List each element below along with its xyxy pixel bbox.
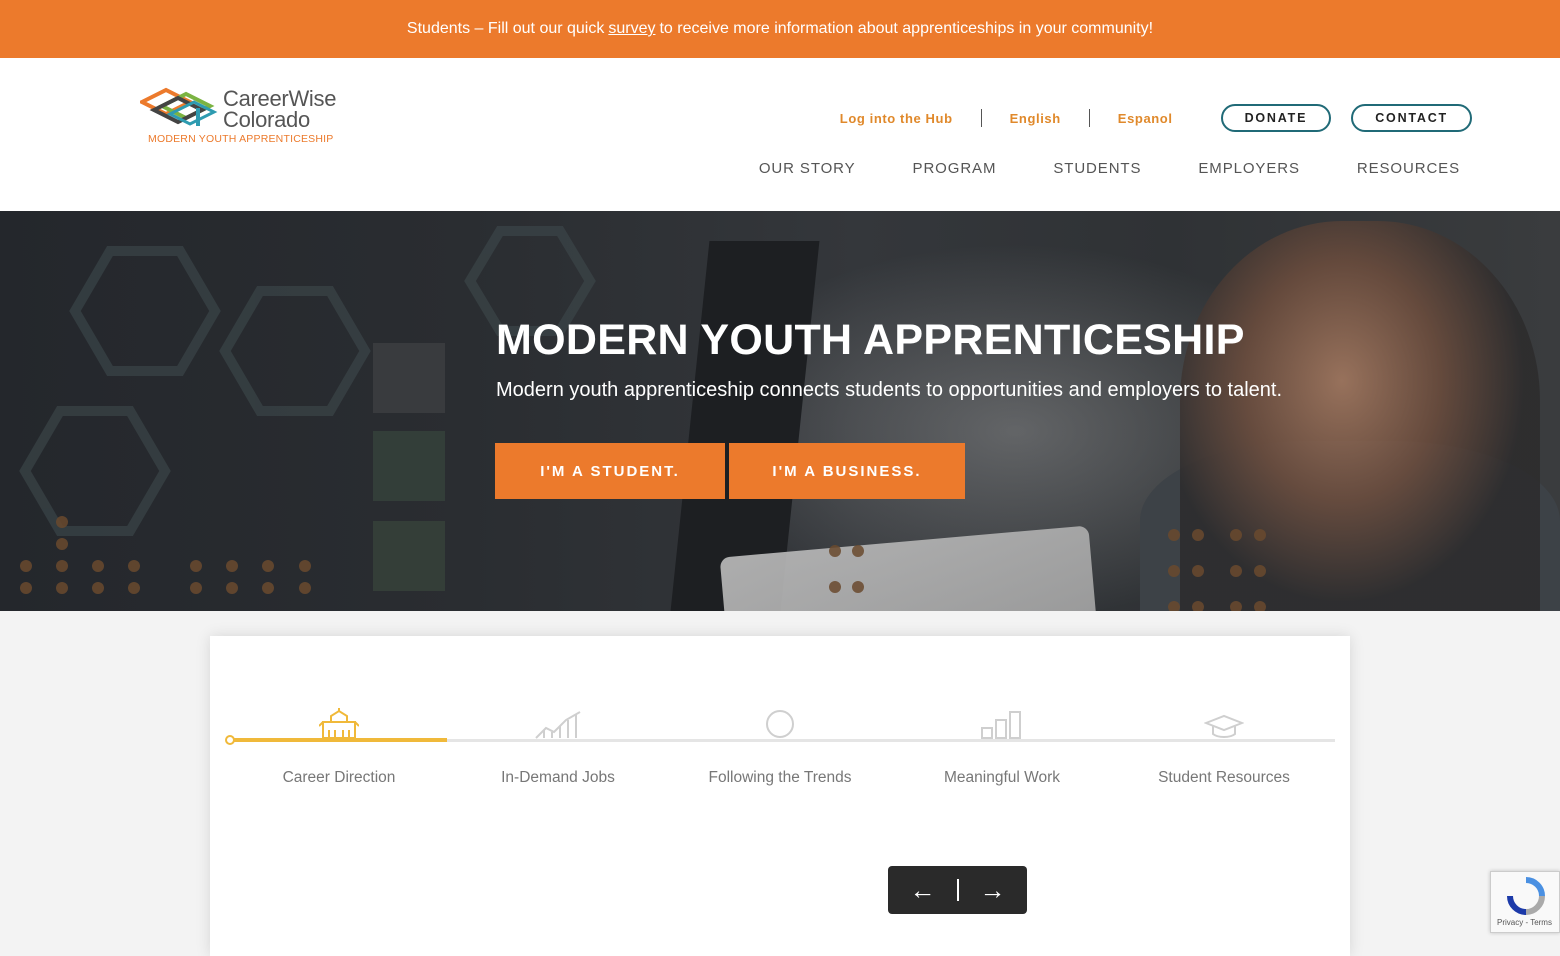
contact-button[interactable]: CONTACT bbox=[1351, 104, 1472, 132]
timeline-step-student-resources[interactable]: Student Resources bbox=[1124, 706, 1324, 787]
line-chart-icon bbox=[458, 706, 658, 740]
recaptcha-text[interactable]: Privacy - Terms bbox=[1497, 918, 1552, 927]
nav-students[interactable]: STUDENTS bbox=[1053, 160, 1141, 177]
logo-tagline: MODERN YOUTH APPRENTICESHIP bbox=[148, 133, 334, 145]
nav-our-story[interactable]: OUR STORY bbox=[759, 160, 856, 177]
hero-section: MODERN YOUTH APPRENTICESHIP Modern youth… bbox=[0, 211, 1560, 611]
timeline-step-career-direction[interactable]: Career Direction bbox=[239, 706, 439, 787]
banner-text-before: Students – Fill out our quick bbox=[406, 20, 605, 37]
step-label: Following the Trends bbox=[708, 769, 852, 786]
banner-text-after: to receive more information about appren… bbox=[659, 20, 1154, 37]
timeline-start-dot bbox=[225, 735, 235, 745]
step-label: Meaningful Work bbox=[943, 769, 1060, 786]
nav-employers[interactable]: EMPLOYERS bbox=[1198, 160, 1299, 177]
arrow-right-icon[interactable]: → bbox=[959, 866, 1027, 914]
step-label: Career Direction bbox=[282, 769, 396, 786]
step-label: Student Resources bbox=[1158, 769, 1290, 786]
recaptcha-badge[interactable]: Privacy - Terms bbox=[1490, 871, 1560, 933]
espanol-link[interactable]: Espanol bbox=[1090, 111, 1201, 126]
student-button[interactable]: I'M A STUDENT. bbox=[495, 443, 725, 499]
dot-pattern-decoration bbox=[20, 516, 1266, 611]
timeline-step-following-trends[interactable]: Following the Trends bbox=[680, 706, 880, 787]
step-label: In-Demand Jobs bbox=[501, 769, 615, 786]
timeline-step-in-demand-jobs[interactable]: In-Demand Jobs bbox=[458, 706, 658, 787]
english-link[interactable]: English bbox=[982, 111, 1089, 126]
arrow-left-icon[interactable]: ← bbox=[889, 866, 957, 914]
circle-icon bbox=[680, 706, 880, 740]
site-header: CareerWise Colorado MODERN YOUTH APPRENT… bbox=[0, 58, 1560, 211]
nav-resources[interactable]: RESOURCES bbox=[1357, 160, 1460, 177]
timeline-nav: ← → bbox=[888, 866, 1027, 914]
announcement-banner: Students – Fill out our quick survey to … bbox=[0, 0, 1560, 58]
hero-subtitle: Modern youth apprenticeship connects stu… bbox=[496, 379, 1283, 401]
donate-button[interactable]: DONATE bbox=[1220, 104, 1332, 132]
hero-title: MODERN YOUTH APPRENTICESHIP bbox=[496, 316, 1245, 364]
logo-mark-icon bbox=[140, 87, 218, 126]
bar-chart-icon bbox=[902, 706, 1102, 740]
main-nav: OUR STORY PROGRAM STUDENTS EMPLOYERS RES… bbox=[759, 160, 1460, 177]
school-building-icon bbox=[239, 706, 439, 740]
logo-name-line1: CareerWise bbox=[223, 86, 337, 111]
nav-program[interactable]: PROGRAM bbox=[913, 160, 997, 177]
timeline-step-meaningful-work[interactable]: Meaningful Work bbox=[902, 706, 1102, 787]
graduation-cap-icon bbox=[1124, 706, 1324, 740]
logo-name-line2: Colorado bbox=[223, 107, 310, 132]
survey-link[interactable]: survey bbox=[608, 20, 655, 38]
hub-login-link[interactable]: Log into the Hub bbox=[812, 111, 981, 126]
careerwise-logo[interactable]: CareerWise Colorado MODERN YOUTH APPRENT… bbox=[140, 84, 350, 148]
utility-nav: Log into the Hub English Espanol DONATE … bbox=[812, 104, 1472, 132]
business-button[interactable]: I'M A BUSINESS. bbox=[729, 443, 965, 499]
recaptcha-icon bbox=[1507, 877, 1545, 915]
logo-wordmark: CareerWise Colorado bbox=[223, 86, 337, 132]
timeline-card: Career Direction In-Demand Jobs Followin… bbox=[210, 636, 1350, 956]
